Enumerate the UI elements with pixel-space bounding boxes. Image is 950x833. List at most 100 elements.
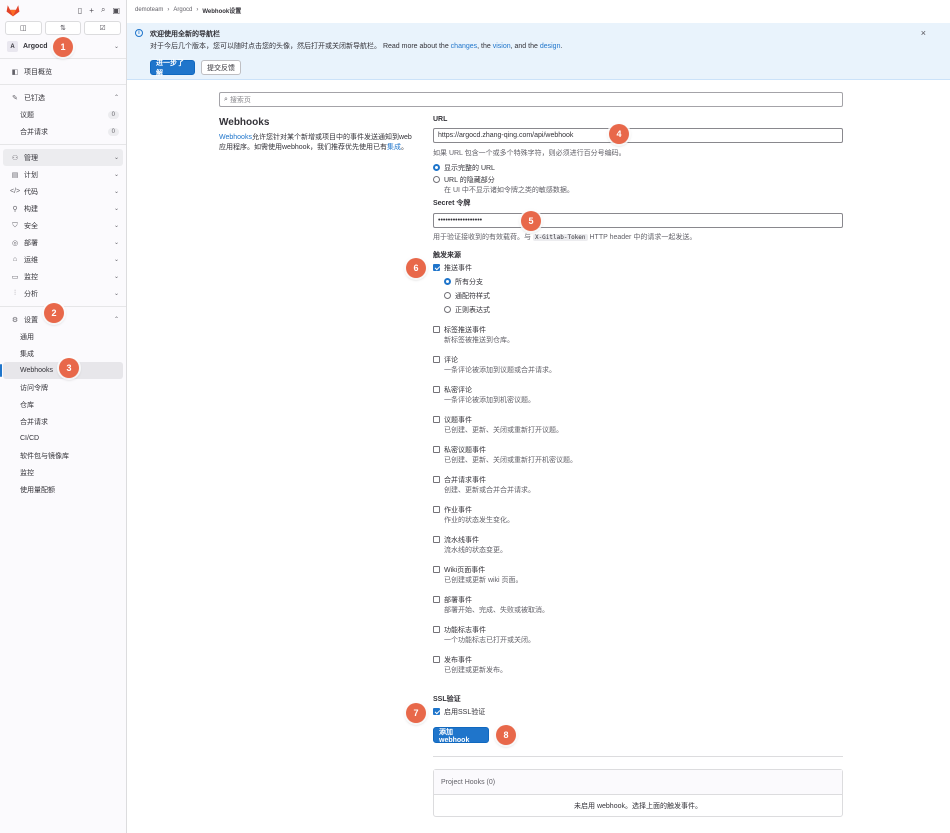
chevron-down-icon: ⌄ <box>113 155 119 161</box>
event-checkbox[interactable] <box>433 446 440 453</box>
url-label: URL <box>433 116 448 123</box>
sidebar-item-secure[interactable]: ⛉ 安全 ⌄ <box>3 217 123 234</box>
event-checkbox[interactable] <box>433 596 440 603</box>
sidebar-divider <box>0 306 126 307</box>
sidebar-item-merge-requests[interactable]: 合并请求 0 <box>3 123 123 140</box>
sidebar-top: ▯ + ⌕ ▣ <box>0 0 126 20</box>
sidebar-divider <box>0 84 126 85</box>
event-description: 创建、更新或合并合并请求。 <box>444 487 535 494</box>
event-description: 已创建或更新 wiki 页面。 <box>444 577 523 584</box>
sidebar-item-monitor-settings[interactable]: 监控 <box>3 464 123 481</box>
sidebar-item-packages-registries[interactable]: 软件包与镜像库 <box>3 447 123 464</box>
changes-link[interactable]: changes <box>451 43 477 50</box>
event-checkbox[interactable] <box>433 536 440 543</box>
show-full-url-radio[interactable] <box>433 164 440 171</box>
sidebar-item-general[interactable]: 通用 <box>3 328 123 345</box>
regex-radio[interactable] <box>444 306 451 313</box>
push-events-label: 推送事件 <box>444 265 472 272</box>
banner-title: 欢迎使用全新的导航栏 <box>150 31 220 38</box>
breadcrumb: demoteam › Argocd › Webhook设置 <box>127 0 950 20</box>
chevron-down-icon: ⌄ <box>113 44 119 50</box>
chevron-down-icon: ⌄ <box>113 206 119 212</box>
event-label: 合并请求事件 <box>444 477 486 484</box>
sidebar-divider <box>0 144 126 145</box>
add-webhook-button[interactable]: 添加webhook <box>433 727 489 744</box>
toggle-sidebar-icon[interactable]: ▯ <box>78 6 82 15</box>
deployments-icon: ◎ <box>11 239 19 247</box>
gitlab-logo-icon[interactable] <box>6 4 20 17</box>
mask-url-radio[interactable] <box>433 176 440 183</box>
event-checkbox[interactable] <box>433 416 440 423</box>
sidebar-item-overview[interactable]: ◧ 项目概览 <box>3 63 123 80</box>
event-checkbox[interactable] <box>433 356 440 363</box>
learn-more-button[interactable]: 进一步了解 <box>150 60 195 77</box>
sidebar-item-plan[interactable]: ▤ 计划 ⌄ <box>3 166 123 183</box>
breadcrumb-current[interactable]: Webhook设置 <box>202 6 241 15</box>
annotation-marker-8: 8 <box>496 725 516 745</box>
annotation-marker-3: 3 <box>59 358 79 378</box>
secret-label: Secret 令牌 <box>433 200 471 207</box>
vision-link[interactable]: vision <box>493 43 511 50</box>
breadcrumb-separator: › <box>167 7 170 13</box>
wildcard-label: 通配符样式 <box>455 293 490 300</box>
ssl-label: SSL验证 <box>433 696 461 703</box>
shield-icon: ⛉ <box>12 221 18 229</box>
sidebar-item-monitor[interactable]: ▭ 监控 ⌄ <box>3 268 123 285</box>
sidebar-nav-settings: ⚙ 设置 ⌃ 通用 集成 Webhooks 访问令牌 仓库 合并请求 CI/CD 软… <box>0 311 126 498</box>
breadcrumb-item[interactable]: Argocd <box>173 7 192 13</box>
ssl-verification-checkbox[interactable] <box>433 708 440 715</box>
breadcrumb-item[interactable]: demoteam <box>135 7 163 13</box>
merge-request-icon[interactable]: ⇅ <box>44 21 82 35</box>
design-link[interactable]: design <box>540 43 561 50</box>
sidebar-item-operate[interactable]: ⌂ 运维 ⌄ <box>3 251 123 268</box>
sidebar-item-pinned[interactable]: ✎ 已钉选 ⌃ <box>3 89 123 106</box>
sidebar-item-access-tokens[interactable]: 访问令牌 <box>3 379 123 396</box>
event-checkbox[interactable] <box>433 626 440 633</box>
event-checkbox[interactable] <box>433 476 440 483</box>
wildcard-radio[interactable] <box>444 292 451 299</box>
event-description: 流水线的状态变更。 <box>444 547 507 554</box>
banner-text: 对于今后几个版本，您可以随时点击您的头像，然后打开或关闭新导航栏。 Read m… <box>150 43 563 50</box>
plus-icon[interactable]: + <box>89 6 94 15</box>
event-checkbox[interactable] <box>433 506 440 513</box>
secret-token-input[interactable]: •••••••••••••••••• <box>433 213 843 228</box>
push-events-checkbox[interactable] <box>433 264 440 271</box>
sidebar-item-issues[interactable]: 议题 0 <box>3 106 123 123</box>
event-checkbox[interactable] <box>433 656 440 663</box>
project-name: Argocd <box>23 43 48 50</box>
sidebar-nav: ◧ 项目概览 <box>0 63 126 80</box>
sidebar-item-deploy[interactable]: ◎ 部署 ⌄ <box>3 234 123 251</box>
all-branches-radio[interactable] <box>444 278 451 285</box>
sidebar-item-usage-quotas[interactable]: 使用量配额 <box>3 481 123 498</box>
feedback-button[interactable]: 提交反馈 <box>201 60 241 75</box>
project-avatar: A <box>7 41 18 52</box>
search-input[interactable]: ⌕ 搜索页 <box>219 92 843 107</box>
integrations-link[interactable]: 集成 <box>387 144 401 151</box>
token-header-code: X-Gitlab-Token <box>532 234 588 241</box>
webhooks-doc-link[interactable]: Webhooks <box>219 134 252 141</box>
event-label: 发布事件 <box>444 657 472 664</box>
event-description: 一条评论被添加到机密议题。 <box>444 397 535 404</box>
search-icon[interactable]: ⌕ <box>101 5 105 15</box>
todo-icon[interactable]: ☑ <box>84 21 122 35</box>
chevron-down-icon: ⌄ <box>113 274 119 280</box>
breadcrumb-separator: › <box>196 7 199 13</box>
event-checkbox[interactable] <box>433 386 440 393</box>
issues-icon[interactable]: ◫ <box>5 21 42 35</box>
sidebar-item-manage[interactable]: ⚇ 管理 ⌄ <box>3 149 123 166</box>
sidebar-item-analyze[interactable]: ⫶ 分析 ⌄ <box>3 285 123 302</box>
event-checkbox[interactable] <box>433 326 440 333</box>
sidebar-item-cicd[interactable]: CI/CD <box>3 430 123 447</box>
avatar-icon[interactable]: ▣ <box>112 6 120 15</box>
sidebar-item-code[interactable]: </> 代码 ⌄ <box>3 183 123 200</box>
event-checkbox[interactable] <box>433 566 440 573</box>
close-icon[interactable]: × <box>921 28 926 38</box>
sidebar-item-merge-requests-settings[interactable]: 合并请求 <box>3 413 123 430</box>
sidebar-item-repository[interactable]: 仓库 <box>3 396 123 413</box>
sidebar-nav-main: ⚇ 管理 ⌄ ▤ 计划 ⌄ </> 代码 ⌄ ⚲ 构建 ⌄ ⛉ 安全 ⌄ ◎ 部署 ⌄ ⌂ 运维 ⌄ ▭ 监控… <box>0 149 126 302</box>
url-input[interactable]: https://argocd.zhang-qing.com/api/webhoo… <box>433 128 843 143</box>
event-description: 一个功能标志已打开或关闭。 <box>444 637 535 644</box>
sidebar-item-build[interactable]: ⚲ 构建 ⌄ <box>3 200 123 217</box>
count-badge: 0 <box>107 110 119 119</box>
event-label: 流水线事件 <box>444 537 479 544</box>
